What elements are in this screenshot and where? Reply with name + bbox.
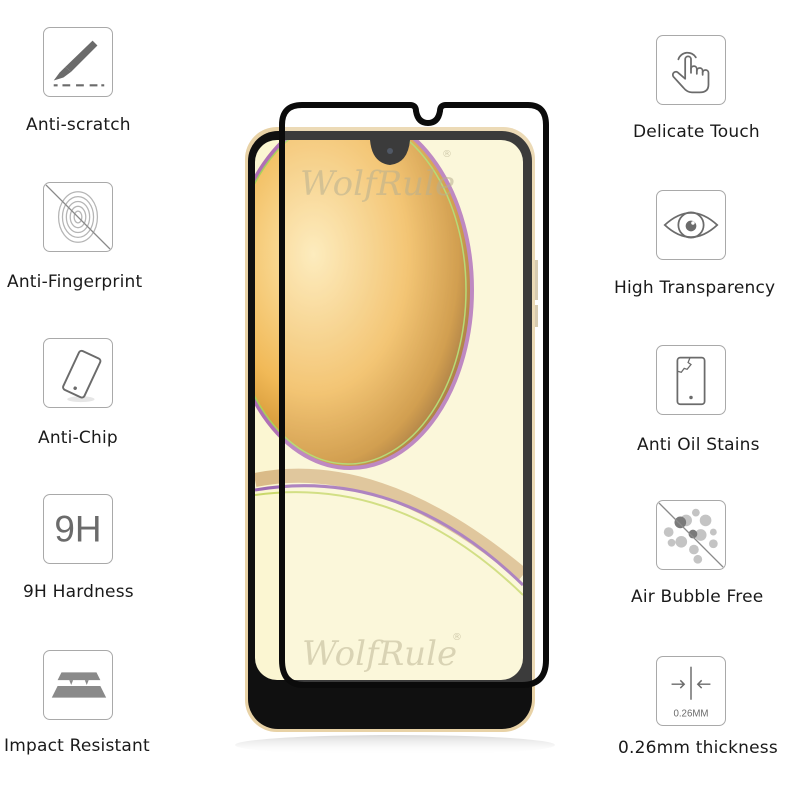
feature-label: Anti Oil Stains [637,435,760,455]
feature-delicate-touch: Delicate Touch [600,0,800,160]
feature-label: Anti-Fingerprint [7,272,143,292]
cracked-phone-icon [676,356,706,406]
feature-icon-box [43,650,113,720]
watermark-bottom: WolfRule [302,634,457,674]
feature-label: Anti-Chip [38,428,118,448]
thickness-arrows-icon: 0.26MM [671,666,711,719]
phone-with-screen-protector: WolfRule ® WolfRule ® [230,95,560,765]
layered-plates-icon [51,672,107,698]
feature-anti-oil-stains: Anti Oil Stains [600,320,800,480]
feature-label: Air Bubble Free [631,587,764,607]
thickness-icon-text: 0.26MM [673,708,708,719]
feature-label: Anti-scratch [26,115,131,135]
feature-label: 9H Hardness [23,582,134,602]
feature-icon-box: 9H [43,494,113,564]
feature-label: Delicate Touch [633,122,760,142]
registered-mark-top: ® [442,149,452,160]
registered-mark-bottom: ® [452,632,462,643]
feature-air-bubble-free: Air Bubble Free [600,480,800,640]
phone-shadow [235,735,555,755]
9h-icon-text: 9H [54,509,101,550]
feature-impact-resistant: Impact Resistant [0,640,200,800]
feature-icon-box [656,35,726,105]
feature-label: High Transparency [614,278,776,298]
scalpel-scratch-icon [53,40,105,87]
feature-icon-box [656,345,726,415]
feature-icon-box [43,338,113,408]
feature-icon-box [43,182,113,252]
tilted-phone-icon [62,349,102,403]
9h-icon: 9H [54,509,101,550]
watermark-top: WolfRule [300,164,455,204]
feature-anti-scratch: Anti-scratch [0,0,200,160]
feature-icon-box: 0.26MM [656,656,726,726]
bubbles-crossed-icon [658,502,724,568]
feature-high-transparency: High Transparency [600,160,800,320]
feature-label: Impact Resistant [4,736,150,756]
feature-icon-box [43,27,113,97]
feature-icon-box [656,190,726,260]
feature-9h-hardness: 9H 9H Hardness [0,480,200,640]
fingerprint-crossed-icon [45,184,111,250]
eye-icon [663,211,719,239]
feature-icon-box [656,500,726,570]
phone-illustration: WolfRule ® WolfRule ® [235,102,555,755]
feature-anti-chip: Anti-Chip [0,320,200,480]
feature-label: 0.26mm thickness [618,738,778,758]
feature-anti-fingerprint: Anti-Fingerprint [0,160,200,320]
feature-thickness: 0.26MM 0.26mm thickness [600,640,800,800]
touch-hand-icon [672,51,710,94]
